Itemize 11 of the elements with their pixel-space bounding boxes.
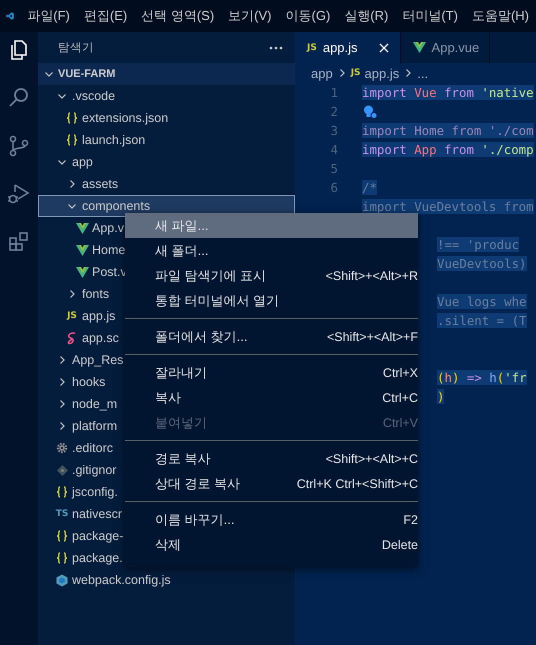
panel-title: 탐색기 (58, 41, 94, 55)
line-number: 1 (330, 85, 338, 100)
file-type-label: TS (56, 509, 68, 519)
file-type-label: JS (67, 311, 77, 321)
file-type-label: JS (350, 68, 361, 78)
line-number: 5 (330, 161, 338, 176)
line-number: 6 (330, 180, 338, 195)
file-type-label: JS (307, 42, 317, 52)
line-number: 4 (330, 142, 338, 157)
line-number: 3 (330, 123, 338, 138)
line-number: 2 (330, 104, 338, 119)
